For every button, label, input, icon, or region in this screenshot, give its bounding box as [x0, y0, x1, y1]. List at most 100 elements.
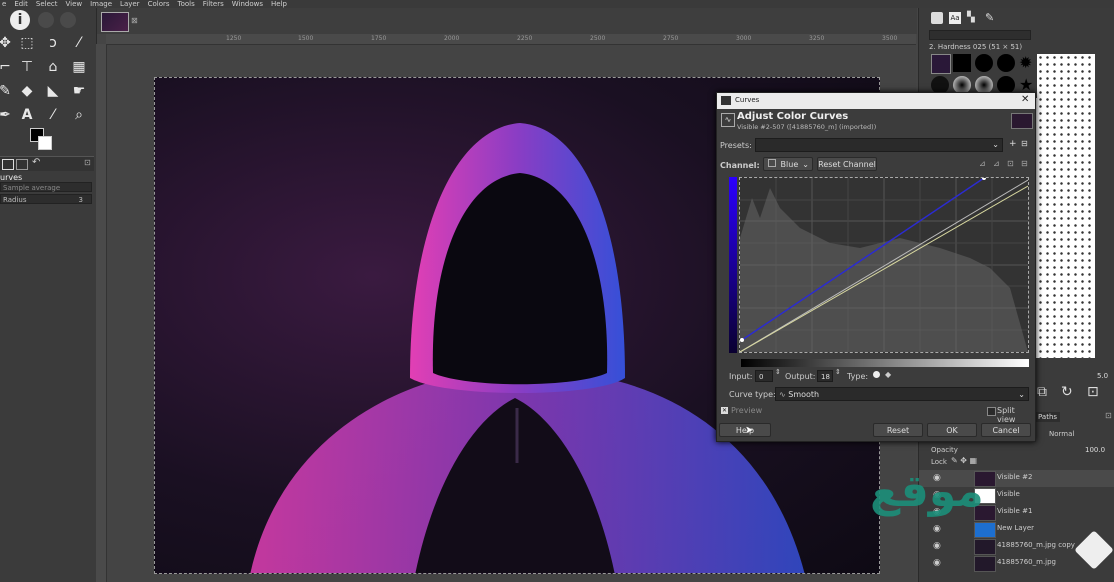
tool-options-tab-icon[interactable]	[2, 159, 14, 170]
channel-select[interactable]: Blue ⌄	[763, 157, 813, 171]
brush-item[interactable]	[975, 54, 993, 72]
visibility-eye-icon[interactable]: ◉	[933, 524, 941, 534]
log-histogram-icon[interactable]: ⊿	[993, 159, 1000, 168]
refresh-brushes-icon[interactable]: ↻	[1061, 384, 1073, 400]
menu-tools[interactable]: Tools	[178, 0, 195, 8]
menu-colors[interactable]: Colors	[148, 0, 170, 8]
zoom-icon[interactable]: ⌕	[70, 106, 88, 124]
ruler-label: 3000	[736, 35, 752, 42]
layer-mode-select[interactable]: Normal	[1049, 430, 1074, 438]
curves-window-title: Curves	[735, 96, 760, 104]
menu-filters[interactable]: Filters	[203, 0, 224, 8]
text-tool-icon[interactable]: A	[18, 106, 36, 124]
sample-average-field[interactable]: Sample average	[0, 182, 92, 192]
input-spin-icon[interactable]: ⇕	[775, 368, 781, 376]
linear-histogram-icon[interactable]: ⊿	[979, 159, 986, 168]
add-preset-icon[interactable]: +	[1009, 139, 1017, 149]
layer-thumbnail	[974, 539, 996, 555]
cage-icon[interactable]: ▦	[70, 58, 88, 76]
open-brush-as-image-icon[interactable]: ⊡	[1087, 384, 1099, 400]
output-label: Output:	[785, 372, 816, 381]
reset-button[interactable]: Reset	[873, 423, 923, 437]
menu-layer[interactable]: Layer	[120, 0, 140, 8]
paintbrush-icon[interactable]: ✎	[0, 82, 14, 100]
chevron-down-icon: ⌄	[1018, 390, 1025, 399]
eraser-icon[interactable]: ◆	[18, 82, 36, 100]
device-status-tab-icon[interactable]	[16, 159, 28, 170]
manage-presets-icon[interactable]: ⊟	[1021, 139, 1028, 148]
rect-select-icon[interactable]: ⬚	[18, 34, 36, 52]
lasso-icon[interactable]: ↄ	[44, 34, 62, 52]
brush-item[interactable]: ✹	[1019, 54, 1037, 72]
image-tab-thumbnail[interactable]	[101, 12, 129, 32]
output-value-field[interactable]: 18	[817, 370, 833, 382]
menu-help[interactable]: Help	[271, 0, 287, 8]
patterns-tab-icon[interactable]: ▚	[967, 12, 975, 23]
paint-dynamics-tab-icon[interactable]: ✎	[985, 11, 994, 24]
reset-channel-button[interactable]: Reset Channel	[817, 157, 877, 171]
transform-icon[interactable]: ⊤	[18, 58, 36, 76]
layer-name: Visible	[997, 490, 1020, 498]
color-picker-icon[interactable]: ⁄	[44, 106, 62, 124]
presets-combo[interactable]: ⌄	[755, 138, 1003, 152]
output-spin-icon[interactable]: ⇕	[835, 368, 841, 376]
fonts-tab-icon[interactable]: Aa	[949, 12, 961, 24]
opacity-value[interactable]: 100.0	[1085, 446, 1105, 454]
bucket-icon[interactable]: ◣	[44, 82, 62, 100]
fuzzy-select-icon[interactable]: ⁄	[70, 34, 88, 52]
warp-icon[interactable]: ⌂	[44, 58, 62, 76]
corner-point-icon[interactable]: ◆	[885, 370, 891, 379]
spacing-value[interactable]: 5.0	[1097, 372, 1108, 380]
input-value-field[interactable]: 0	[755, 370, 773, 382]
radius-field[interactable]: Radius 3	[0, 194, 92, 204]
menu-image[interactable]: Image	[90, 0, 112, 8]
curve-graph[interactable]	[739, 176, 1029, 353]
layer-row[interactable]: ◉ New Layer	[919, 521, 1114, 538]
ok-button[interactable]: OK	[927, 423, 977, 437]
tool-options-title: urves	[0, 173, 23, 182]
menu-select[interactable]: Select	[36, 0, 58, 8]
configure-tab-icon[interactable]: ⊡	[84, 158, 91, 167]
crop-icon[interactable]: ⌐	[0, 58, 14, 76]
split-view-label: Split view	[997, 406, 1016, 424]
wilber-icon-2	[60, 12, 76, 28]
brush-item[interactable]	[953, 54, 971, 72]
brush-grid-extended[interactable]	[1037, 54, 1095, 358]
split-view-checkbox[interactable]	[987, 407, 996, 416]
horizontal-ruler: 1250 1500 1750 2000 2250 2500 2750 3000 …	[106, 34, 916, 45]
menu-view[interactable]: View	[65, 0, 82, 8]
menubar: e Edit Select View Image Layer Colors To…	[0, 0, 1114, 8]
move-tool-icon[interactable]: ✥	[0, 34, 14, 52]
layer-preview-thumbnail	[1011, 113, 1033, 129]
visibility-eye-icon[interactable]: ◉	[933, 541, 941, 551]
lock-pixels-icon[interactable]: ✎ ✥ ▦	[951, 456, 977, 465]
menu-file[interactable]: e	[2, 0, 6, 8]
menu-windows[interactable]: Windows	[232, 0, 263, 8]
path-icon[interactable]: ✒	[0, 106, 14, 124]
duplicate-brush-icon[interactable]: ⧉	[1037, 384, 1047, 400]
ruler-label: 1750	[371, 35, 387, 42]
visibility-eye-icon[interactable]: ◉	[933, 558, 941, 568]
brush-item[interactable]	[997, 54, 1015, 72]
background-color-swatch[interactable]	[38, 136, 52, 150]
layer-name: New Layer	[997, 524, 1035, 532]
cancel-button[interactable]: Cancel	[981, 423, 1031, 437]
tab-close-icon[interactable]: ⊠	[131, 16, 138, 25]
undo-history-tab-icon[interactable]: ↶	[32, 157, 40, 168]
info-icon[interactable]: i	[10, 10, 30, 30]
preview-checkbox[interactable]: ✕	[721, 407, 728, 414]
brushes-tab-icon[interactable]	[931, 12, 943, 24]
import-icon[interactable]: ⊟	[1021, 159, 1028, 168]
curve-plot	[739, 176, 1029, 353]
brush-filter-input[interactable]	[929, 30, 1031, 40]
menu-edit[interactable]: Edit	[14, 0, 28, 8]
export-icon[interactable]: ⊡	[1007, 159, 1014, 168]
close-icon[interactable]: ✕	[1021, 94, 1029, 105]
curve-type-select[interactable]: ∿ Smooth ⌄	[775, 387, 1029, 401]
curves-titlebar[interactable]: Curves ✕	[717, 93, 1035, 109]
brush-item[interactable]	[931, 54, 951, 74]
panel-menu-icon[interactable]: ⊡	[1105, 411, 1112, 420]
smudge-icon[interactable]: ☛	[70, 82, 88, 100]
tab-paths[interactable]: Paths	[1035, 412, 1061, 422]
smooth-point-icon[interactable]	[873, 371, 880, 378]
